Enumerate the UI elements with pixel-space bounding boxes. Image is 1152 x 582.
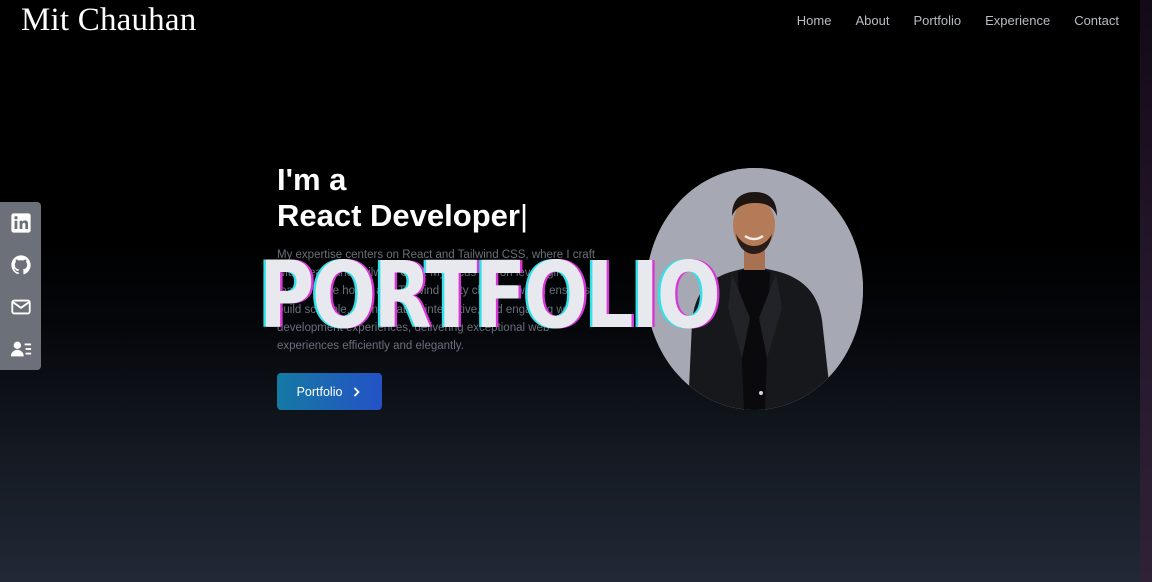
nav-about[interactable]: About bbox=[855, 13, 889, 28]
social-sidebar bbox=[0, 202, 41, 370]
hero-title-line2: React Developer bbox=[277, 198, 520, 233]
resume-icon[interactable] bbox=[10, 338, 32, 360]
github-icon[interactable] bbox=[10, 254, 32, 276]
nav-contact[interactable]: Contact bbox=[1074, 13, 1119, 28]
person-image bbox=[646, 168, 863, 410]
nav-experience[interactable]: Experience bbox=[985, 13, 1050, 28]
linkedin-icon[interactable] bbox=[10, 212, 32, 234]
hero-description: My expertise centers on React and Tailwi… bbox=[277, 249, 597, 353]
hero-title: I'm a React Developer| bbox=[277, 162, 528, 234]
main-nav: Home About Portfolio Experience Contact bbox=[797, 13, 1119, 28]
chevron-right-icon bbox=[354, 387, 360, 396]
profile-photo bbox=[646, 168, 863, 410]
site-logo[interactable]: Mit Chauhan bbox=[21, 2, 196, 39]
nav-home[interactable]: Home bbox=[797, 13, 832, 28]
portfolio-button[interactable]: Portfolio bbox=[277, 373, 382, 410]
portfolio-button-label: Portfolio bbox=[296, 384, 343, 399]
hero-title-line1: I'm a bbox=[277, 162, 347, 197]
typing-cursor: | bbox=[519, 198, 529, 233]
mail-icon[interactable] bbox=[10, 296, 32, 318]
page: Mit Chauhan Home About Portfolio Experie… bbox=[0, 0, 1152, 582]
nav-portfolio[interactable]: Portfolio bbox=[913, 13, 961, 28]
window-edge bbox=[1140, 0, 1152, 582]
